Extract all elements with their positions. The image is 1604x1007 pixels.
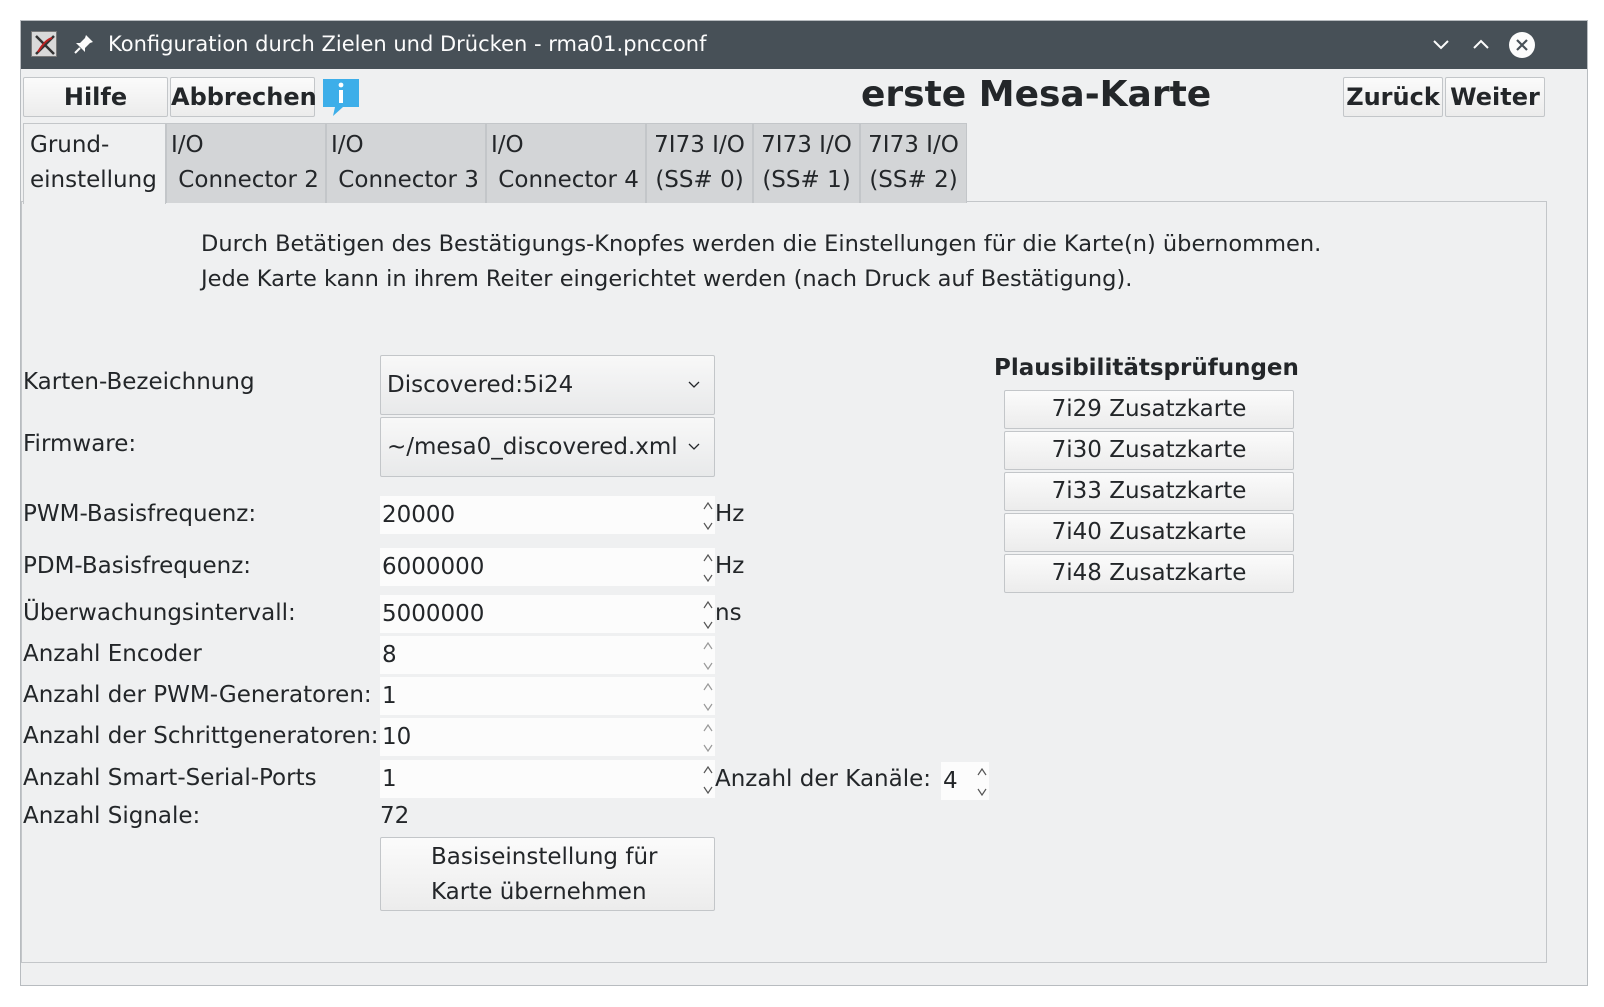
pwm-gens-value: 1 [382, 683, 397, 709]
tab-label: (SS# 2) [869, 167, 958, 193]
check-7i30-button[interactable]: 7i30 Zusatzkarte [1004, 431, 1294, 470]
pwm-freq-value: 20000 [382, 502, 456, 528]
firmware-label: Firmware: [23, 431, 137, 457]
sserial-spinbox[interactable]: 1 [380, 760, 715, 798]
tab-7i73-ss1[interactable]: 7I73 I/O (SS# 1) [753, 123, 860, 203]
channels-spinbox[interactable]: 4 [941, 762, 989, 800]
card-name-label: Karten-Bezeichnung [23, 369, 255, 395]
channels-label: Anzahl der Kanäle: [715, 766, 932, 792]
chevron-down-icon [688, 443, 700, 450]
pwm-freq-spinbox[interactable]: 20000 [380, 496, 715, 534]
tab-label: 7I73 I/O [654, 132, 745, 158]
window-title: Konfiguration durch Zielen und Drücken -… [108, 32, 707, 56]
back-button[interactable]: Zurück [1343, 77, 1443, 117]
spin-arrows-icon[interactable] [701, 550, 715, 586]
spin-arrows-icon[interactable] [701, 679, 715, 715]
firmware-value: ~/mesa0_discovered.xml [387, 434, 678, 460]
tab-label: 7I73 I/O [761, 132, 852, 158]
maximize-icon[interactable] [1467, 31, 1495, 59]
tab-connector-2[interactable]: I/O Connector 2 [166, 123, 326, 203]
main-window: Konfiguration durch Zielen und Drücken -… [20, 20, 1588, 986]
step-gens-label: Anzahl der Schrittgeneratoren: [23, 723, 379, 749]
pwm-freq-unit: Hz [715, 501, 745, 527]
info-icon[interactable] [321, 77, 361, 117]
minimize-icon[interactable] [1427, 31, 1455, 59]
apply-label: Basiseinstellung für [431, 844, 658, 870]
spin-arrows-icon[interactable] [701, 762, 715, 798]
intro-text: Durch Betätigen des Bestätigungs-Knopfes… [201, 227, 1321, 297]
pwm-gens-label: Anzahl der PWM-Generatoren: [23, 682, 372, 708]
spin-arrows-icon[interactable] [975, 764, 989, 800]
channels-value: 4 [943, 768, 958, 794]
sserial-value: 1 [382, 766, 397, 792]
check-7i40-button[interactable]: 7i40 Zusatzkarte [1004, 513, 1294, 552]
watchdog-label: Überwachungsintervall: [23, 600, 296, 626]
check-7i33-button[interactable]: 7i33 Zusatzkarte [1004, 472, 1294, 511]
encoders-label: Anzahl Encoder [23, 641, 202, 667]
tab-label: (SS# 0) [655, 167, 744, 193]
tab-connector-4[interactable]: I/O Connector 4 [486, 123, 646, 203]
tab-label: I/O [171, 132, 204, 158]
check-7i29-button[interactable]: 7i29 Zusatzkarte [1004, 390, 1294, 429]
encoders-value: 8 [382, 642, 397, 668]
title-bar[interactable]: Konfiguration durch Zielen und Drücken -… [21, 21, 1587, 69]
checks-title: Plausibilitätsprüfungen [994, 355, 1299, 381]
tab-label: Connector 2 [171, 167, 319, 193]
tab-label: Connector 3 [331, 167, 479, 193]
tab-label: I/O [331, 132, 364, 158]
signals-value: 72 [380, 803, 410, 829]
pwm-freq-label: PWM-Basisfrequenz: [23, 501, 257, 527]
tab-basic-settings[interactable]: Grund- einstellung [23, 123, 166, 204]
tab-panel [21, 201, 1547, 963]
card-name-value: Discovered:5i24 [387, 372, 574, 398]
cancel-button[interactable]: Abbrechen [170, 77, 317, 117]
spin-arrows-icon[interactable] [701, 498, 715, 534]
tab-label: Grund- [30, 132, 110, 158]
app-icon [31, 31, 57, 57]
tab-label: (SS# 1) [762, 167, 851, 193]
page-title: erste Mesa-Karte [861, 74, 1212, 115]
pdm-freq-label: PDM-Basisfrequenz: [23, 553, 252, 579]
pdm-freq-value: 6000000 [382, 554, 485, 580]
sserial-label: Anzahl Smart-Serial-Ports [23, 765, 317, 791]
pwm-gens-spinbox[interactable]: 1 [380, 677, 715, 715]
pin-icon[interactable] [73, 33, 95, 55]
chevron-down-icon [688, 381, 700, 388]
spin-arrows-icon[interactable] [701, 597, 715, 633]
tab-label: 7I73 I/O [868, 132, 959, 158]
card-name-combo[interactable]: Discovered:5i24 [380, 355, 715, 415]
intro-line: Jede Karte kann in ihrem Reiter eingeric… [201, 266, 1133, 292]
signals-label: Anzahl Signale: [23, 803, 201, 829]
tab-7i73-ss2[interactable]: 7I73 I/O (SS# 2) [860, 123, 967, 203]
tab-label: einstellung [30, 167, 157, 193]
watchdog-value: 5000000 [382, 601, 485, 627]
step-gens-spinbox[interactable]: 10 [380, 718, 715, 756]
firmware-combo[interactable]: ~/mesa0_discovered.xml [380, 417, 715, 477]
watchdog-spinbox[interactable]: 5000000 [380, 595, 715, 633]
apply-label: Karte übernehmen [431, 879, 647, 905]
intro-line: Durch Betätigen des Bestätigungs-Knopfes… [201, 231, 1322, 257]
pdm-freq-unit: Hz [715, 553, 745, 579]
step-gens-value: 10 [382, 724, 412, 750]
tab-7i73-ss0[interactable]: 7I73 I/O (SS# 0) [646, 123, 753, 203]
spin-arrows-icon[interactable] [701, 638, 715, 674]
encoders-spinbox[interactable]: 8 [380, 636, 715, 674]
next-button[interactable]: Weiter [1445, 77, 1545, 117]
tab-connector-3[interactable]: I/O Connector 3 [326, 123, 486, 203]
spin-arrows-icon[interactable] [701, 720, 715, 756]
tab-label: I/O [491, 132, 524, 158]
check-7i48-button[interactable]: 7i48 Zusatzkarte [1004, 554, 1294, 593]
close-icon[interactable] [1508, 31, 1536, 59]
tab-label: Connector 4 [491, 167, 639, 193]
watchdog-unit: ns [715, 600, 742, 626]
pdm-freq-spinbox[interactable]: 6000000 [380, 548, 715, 586]
help-button[interactable]: Hilfe [23, 77, 168, 117]
apply-basic-settings-button[interactable]: Basiseinstellung für Karte übernehmen [380, 837, 715, 911]
